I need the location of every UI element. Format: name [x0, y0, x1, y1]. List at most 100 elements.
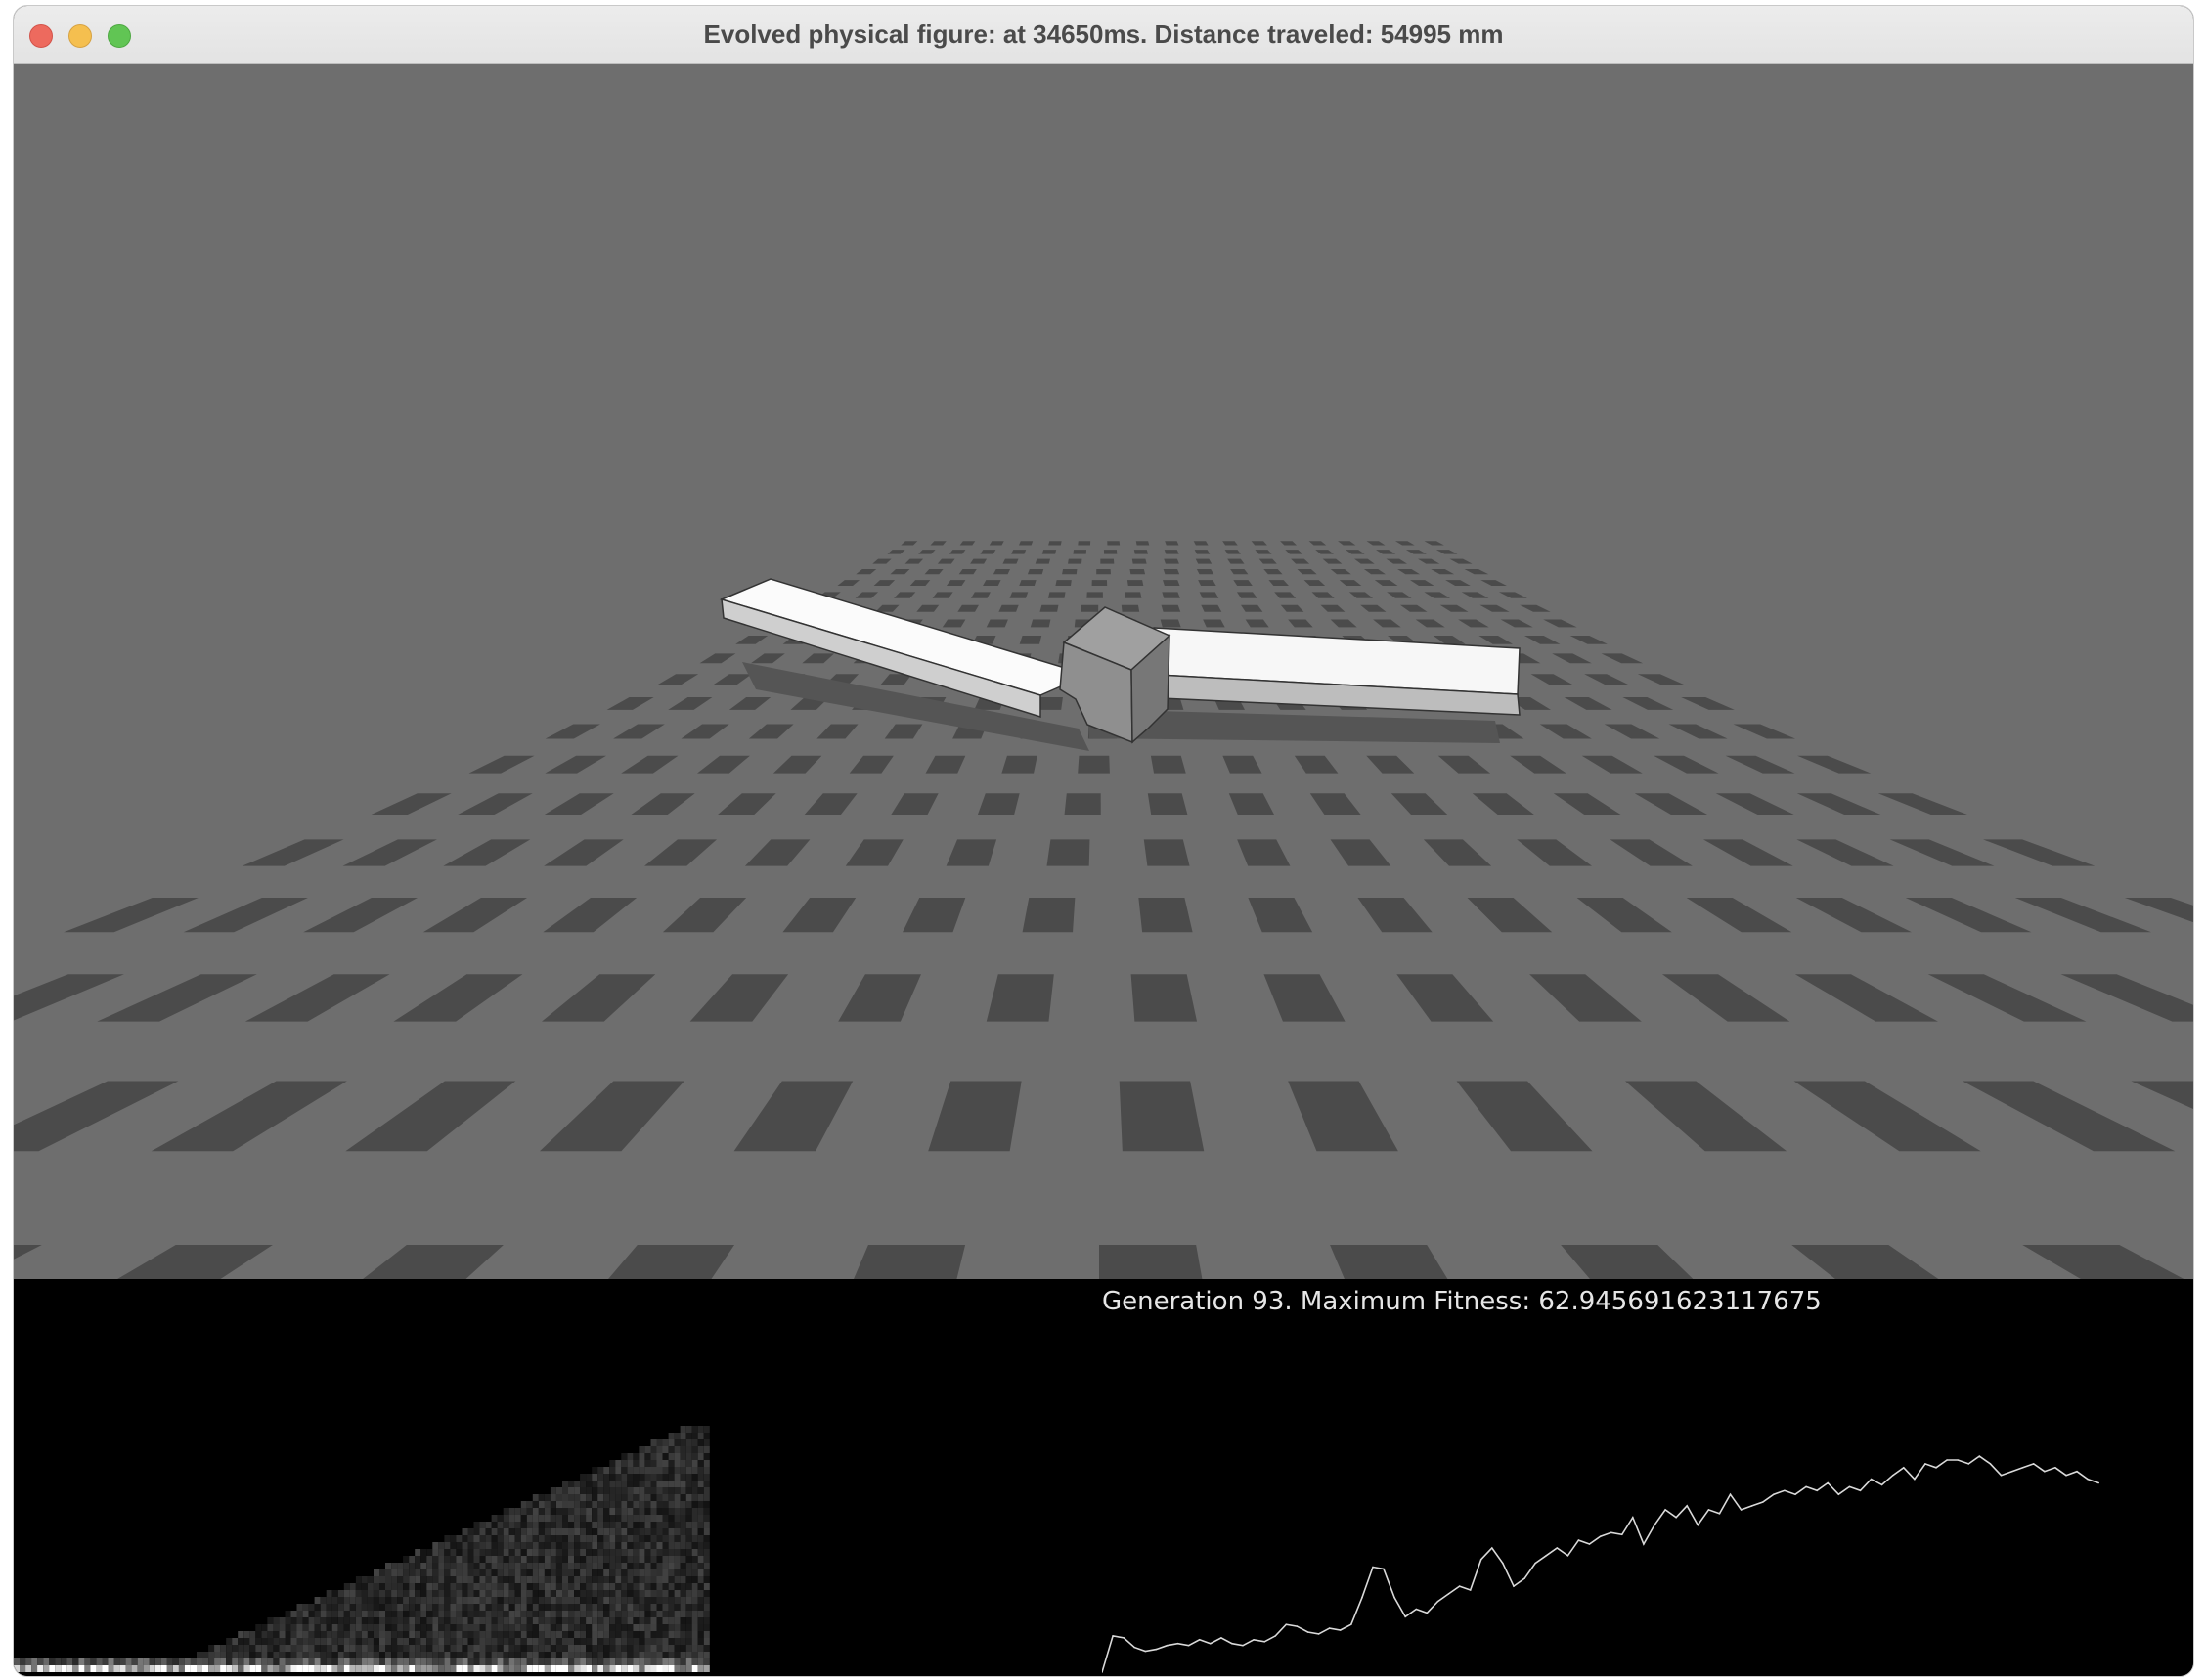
- heatmap-cell: [403, 1590, 410, 1597]
- heatmap-cell: [562, 1645, 568, 1652]
- max-fitness-point: [2065, 1474, 2067, 1477]
- heatmap-cell: [473, 1576, 480, 1583]
- simulation-viewport[interactable]: [14, 64, 2193, 1279]
- heatmap-cell: [574, 1487, 581, 1494]
- heatmap-cell: [479, 1645, 486, 1652]
- title-bar[interactable]: Evolved physical figure: at 34650ms. Dis…: [14, 6, 2193, 64]
- heatmap-cell: [420, 1583, 427, 1590]
- heatmap-cell: [650, 1542, 657, 1549]
- heatmap-cell: [343, 1604, 350, 1611]
- heatmap-cell: [615, 1576, 622, 1583]
- heatmap-cell: [627, 1569, 634, 1576]
- heatmap-cell: [580, 1658, 587, 1665]
- heatmap-cell: [438, 1611, 445, 1617]
- heatmap-cell: [526, 1590, 533, 1597]
- heatmap-cell: [633, 1549, 640, 1556]
- heatmap-cell: [603, 1652, 610, 1658]
- max-fitness-point: [1686, 1505, 1688, 1507]
- heatmap-cell: [514, 1528, 521, 1535]
- max-fitness-point: [1729, 1493, 1732, 1495]
- heatmap-cell: [685, 1446, 692, 1453]
- heatmap-cell: [680, 1624, 686, 1631]
- heatmap-cell: [603, 1590, 610, 1597]
- floor-tile: [1135, 541, 1150, 546]
- heatmap-cell: [550, 1515, 556, 1522]
- heatmap-cell: [485, 1624, 492, 1631]
- heatmap-cell: [361, 1576, 368, 1583]
- heatmap-cell: [532, 1631, 539, 1638]
- heatmap-cell: [656, 1522, 663, 1528]
- heatmap-cell: [586, 1576, 593, 1583]
- heatmap-cell: [473, 1569, 480, 1576]
- heatmap-cell: [143, 1658, 150, 1665]
- heatmap-cell: [568, 1515, 574, 1522]
- heatmap-cell: [586, 1487, 593, 1494]
- heatmap-cell: [391, 1652, 398, 1658]
- heatmap-cell: [450, 1665, 457, 1672]
- floor-tile: [1048, 541, 1062, 546]
- heatmap-cell: [650, 1658, 657, 1665]
- heatmap-cell: [432, 1563, 439, 1569]
- heatmap-cell: [639, 1604, 645, 1611]
- floor-tile: [1150, 755, 1186, 774]
- heatmap-cell: [462, 1645, 468, 1652]
- heatmap-cell: [349, 1590, 356, 1597]
- heatmap-cell: [473, 1597, 480, 1604]
- heatmap-cell: [261, 1652, 268, 1658]
- heatmap-cell: [639, 1597, 645, 1604]
- heatmap-cell: [331, 1611, 338, 1617]
- heatmap-cell: [497, 1624, 504, 1631]
- heatmap-cell: [450, 1549, 457, 1556]
- heatmap-cell: [603, 1583, 610, 1590]
- heatmap-cell: [72, 1665, 79, 1672]
- floor-tile: [1103, 550, 1118, 554]
- heatmap-cell: [703, 1638, 710, 1645]
- max-fitness-point: [1707, 1509, 1710, 1511]
- heatmap-cell: [615, 1508, 622, 1515]
- max-fitness-point: [2010, 1470, 2013, 1473]
- max-fitness-point: [1426, 1612, 1429, 1614]
- heatmap-cell: [320, 1652, 327, 1658]
- heatmap-cell: [379, 1611, 385, 1617]
- heatmap-cell: [320, 1631, 327, 1638]
- heatmap-cell: [302, 1665, 309, 1672]
- heatmap-cell: [703, 1583, 710, 1590]
- heatmap-cell: [574, 1535, 581, 1542]
- heatmap-cell: [680, 1645, 686, 1652]
- heatmap-cell: [650, 1474, 657, 1481]
- heatmap-cell: [438, 1652, 445, 1658]
- heatmap-cell: [662, 1652, 669, 1658]
- heatmap-cell: [621, 1569, 628, 1576]
- heatmap-cell: [644, 1446, 651, 1453]
- heatmap-cell: [503, 1652, 509, 1658]
- heatmap-cell: [603, 1528, 610, 1535]
- heatmap-cell: [532, 1515, 539, 1522]
- heatmap-cell: [514, 1556, 521, 1563]
- heatmap-cell: [337, 1597, 344, 1604]
- heatmap-cell: [556, 1542, 562, 1549]
- heatmap-cell: [420, 1576, 427, 1583]
- heatmap-cell: [508, 1556, 515, 1563]
- heatmap-cell: [337, 1590, 344, 1597]
- heatmap-cell: [491, 1556, 498, 1563]
- heatmap-cell: [308, 1638, 315, 1645]
- heatmap-cell: [568, 1665, 574, 1672]
- heatmap-cell: [154, 1665, 161, 1672]
- max-fitness-point: [1361, 1597, 1363, 1599]
- heatmap-cell: [691, 1542, 698, 1549]
- heatmap-cell: [267, 1631, 274, 1638]
- heatmap-cell: [296, 1665, 303, 1672]
- heatmap-cell: [467, 1576, 474, 1583]
- heatmap-cell: [550, 1624, 556, 1631]
- heatmap-cell: [532, 1590, 539, 1597]
- max-fitness-point: [1870, 1478, 1873, 1481]
- heatmap-cell: [627, 1508, 634, 1515]
- heatmap-cell: [526, 1638, 533, 1645]
- heatmap-cell: [355, 1611, 362, 1617]
- heatmap-cell: [562, 1617, 568, 1624]
- heatmap-cell: [450, 1645, 457, 1652]
- heatmap-cell: [450, 1597, 457, 1604]
- heatmap-cell: [444, 1604, 451, 1611]
- heatmap-cell: [691, 1522, 698, 1528]
- heatmap-cell: [538, 1535, 545, 1542]
